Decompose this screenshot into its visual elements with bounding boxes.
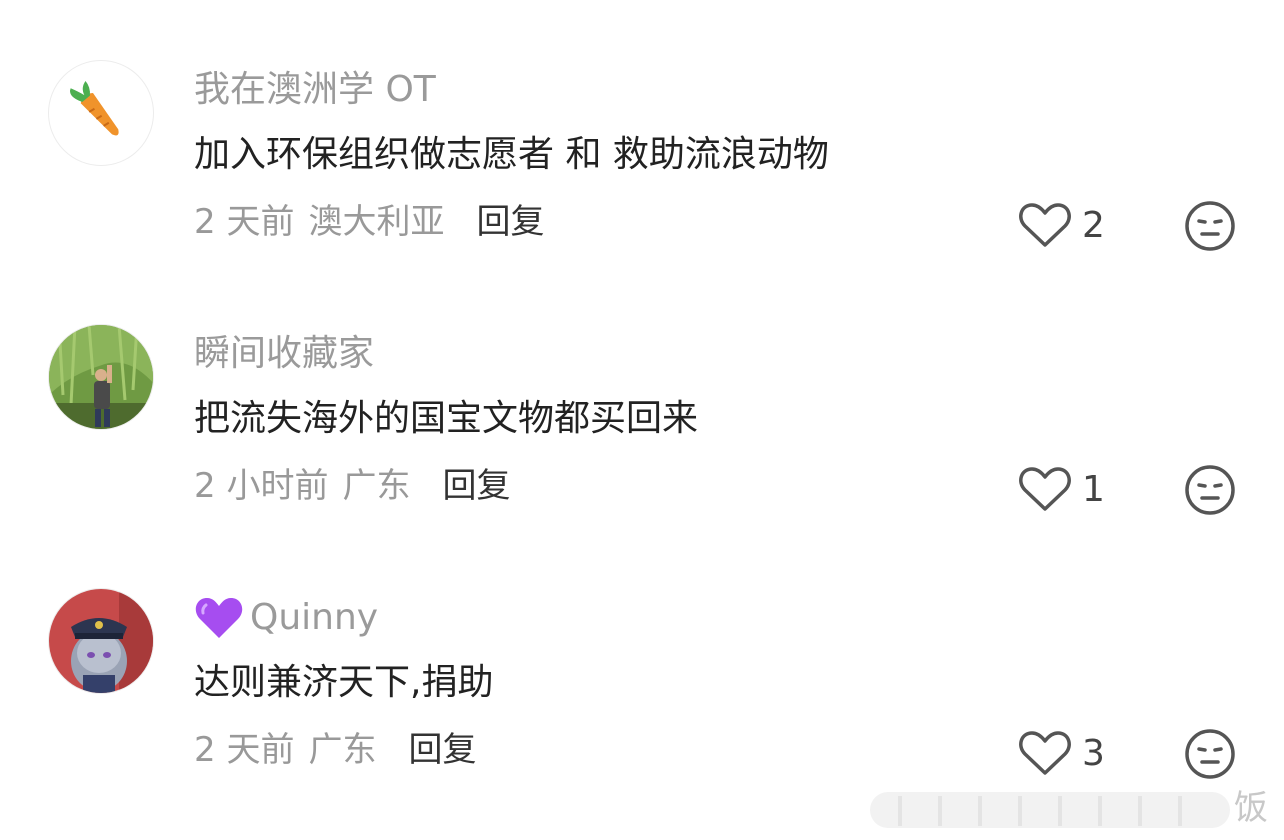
comment-meta: 2 天前 澳大利亚 回复 bbox=[194, 200, 558, 244]
comment-meta: 2 小时前 广东 回复 bbox=[194, 464, 524, 508]
photo-avatar-image bbox=[49, 325, 153, 429]
reply-button[interactable]: 回复 bbox=[476, 202, 544, 242]
reply-button[interactable]: 回复 bbox=[408, 730, 476, 770]
comment-text: 加入环保组织做志愿者 和 救助流浪动物 bbox=[194, 134, 829, 175]
avatar[interactable] bbox=[48, 324, 154, 430]
comment-meta: 2 天前 广东 回复 bbox=[194, 728, 490, 772]
comment-text: 把流失海外的国宝文物都买回来 bbox=[194, 398, 699, 439]
comment-text: 达则兼济天下,捐助 bbox=[194, 662, 494, 703]
like-count: 1 bbox=[1082, 468, 1105, 510]
neutral-face-icon bbox=[1185, 465, 1235, 515]
dislike-button[interactable] bbox=[1184, 728, 1236, 780]
neutral-face-icon bbox=[1185, 729, 1235, 779]
heart-outline-icon bbox=[1019, 203, 1071, 247]
like-count: 3 bbox=[1082, 732, 1105, 774]
comment-item: 我在澳洲学 OT 加入环保组织做志愿者 和 救助流浪动物 2 天前 澳大利亚 回复 … bbox=[0, 0, 1284, 252]
username[interactable]: 瞬间收藏家 bbox=[194, 332, 374, 376]
username-text: Quinny bbox=[250, 597, 379, 638]
timestamp: 2 小时前 bbox=[194, 466, 329, 506]
heart-outline-icon bbox=[1019, 731, 1071, 775]
comment-item: Quinny 达则兼济天下,捐助 2 天前 广东 回复 3 bbox=[0, 528, 1284, 780]
watermark-text: 饭 bbox=[1234, 788, 1268, 828]
purple-heart-icon bbox=[195, 598, 243, 638]
like-button[interactable]: 2 bbox=[1018, 199, 1105, 251]
reply-button[interactable]: 回复 bbox=[442, 466, 510, 506]
like-count: 2 bbox=[1082, 204, 1105, 246]
dislike-button[interactable] bbox=[1184, 200, 1236, 252]
watermark: 饭 bbox=[870, 786, 1284, 832]
carrot-icon bbox=[70, 80, 119, 136]
cartoon-rabbit-avatar-image bbox=[49, 589, 153, 693]
username[interactable]: Quinny bbox=[194, 596, 378, 640]
like-button[interactable]: 1 bbox=[1018, 463, 1105, 515]
like-button[interactable]: 3 bbox=[1018, 727, 1105, 779]
timestamp: 2 天前 bbox=[194, 730, 295, 770]
heart-outline-icon bbox=[1019, 467, 1071, 511]
neutral-face-icon bbox=[1185, 201, 1235, 251]
timestamp: 2 天前 bbox=[194, 202, 295, 242]
comment-item: 瞬间收藏家 把流失海外的国宝文物都买回来 2 小时前 广东 回复 1 bbox=[0, 264, 1284, 516]
avatar[interactable] bbox=[48, 588, 154, 694]
location: 广东 bbox=[342, 466, 411, 506]
location: 澳大利亚 bbox=[308, 202, 445, 242]
avatar[interactable] bbox=[48, 60, 154, 166]
username[interactable]: 我在澳洲学 OT bbox=[194, 68, 436, 112]
watermark-logo bbox=[870, 792, 1230, 828]
location: 广东 bbox=[308, 730, 377, 770]
dislike-button[interactable] bbox=[1184, 464, 1236, 516]
